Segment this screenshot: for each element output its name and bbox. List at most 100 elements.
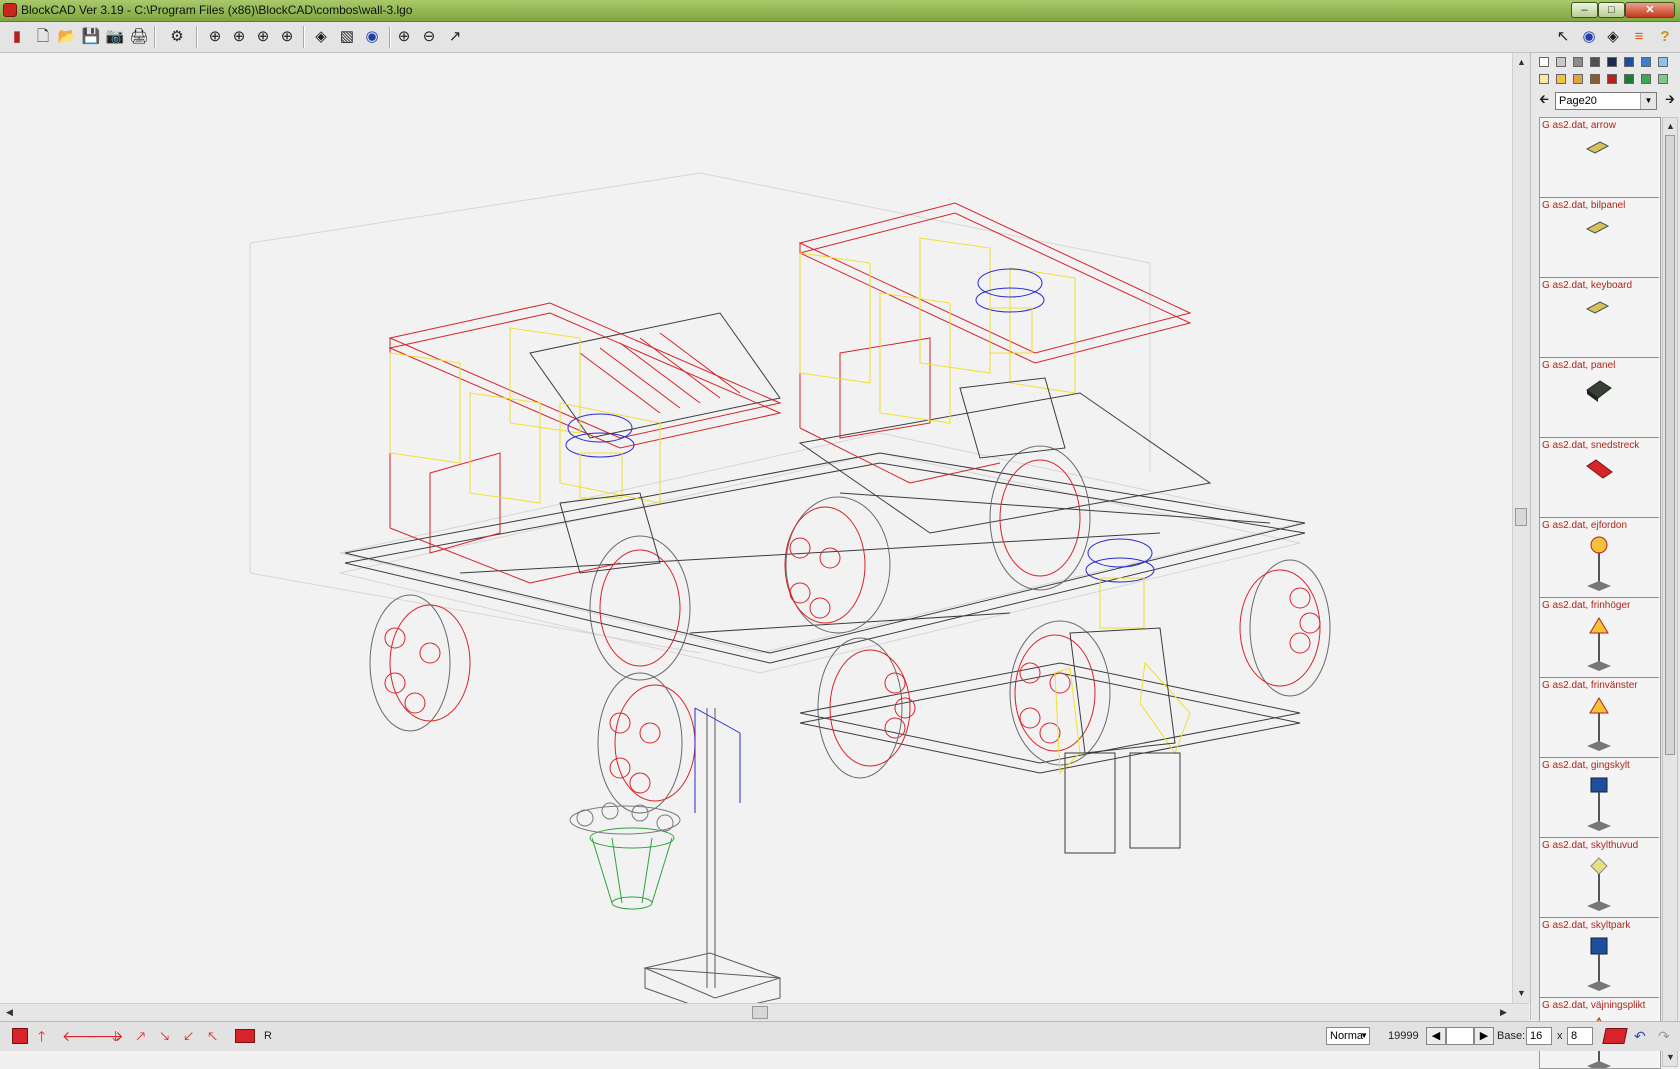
viewport-horizontal-scrollbar[interactable]: ◀ ▶ xyxy=(0,1003,1529,1021)
part-list-item[interactable]: G as2.dat, bilpanel xyxy=(1540,198,1659,278)
wireframe-view-icon[interactable]: ▧ xyxy=(336,26,358,48)
visibility-eye-icon[interactable]: ◉ xyxy=(1578,26,1600,48)
zoom-in-icon[interactable]: ⊕ xyxy=(393,26,415,48)
add-brick-icon[interactable] xyxy=(235,1029,255,1043)
part-list-item[interactable]: G as2.dat, gingskylt xyxy=(1540,758,1659,838)
part-list-item[interactable]: G as2.dat, snedstreck xyxy=(1540,438,1659,518)
rotate-down-icon[interactable]: ⊕ xyxy=(276,26,298,48)
scroll-down-arrow-icon[interactable]: ▼ xyxy=(1663,1050,1678,1065)
move-up-arrow-icon[interactable]: 🡑 xyxy=(38,1026,45,1046)
color-swatch[interactable] xyxy=(1641,57,1651,67)
next-page-arrow-icon[interactable]: 🡲 xyxy=(1659,88,1680,110)
part-list-item[interactable]: G as2.dat, skyltpark xyxy=(1540,918,1659,998)
scroll-down-arrow-icon[interactable]: ▼ xyxy=(1514,986,1529,1001)
count-next-button[interactable]: ▶ xyxy=(1474,1027,1494,1045)
color-swatch[interactable] xyxy=(1556,74,1566,84)
count-prev-button[interactable]: ◀ xyxy=(1426,1027,1446,1045)
chevron-down-icon[interactable]: ▼ xyxy=(1640,93,1656,109)
toolbar-separator xyxy=(154,26,156,48)
vertical-scroll-thumb[interactable] xyxy=(1515,508,1527,526)
fit-view-icon[interactable]: ↗ xyxy=(444,26,466,48)
chevron-down-icon: ▼ xyxy=(1360,1031,1368,1040)
color-swatch[interactable] xyxy=(1539,57,1549,67)
part-list-item[interactable]: G as2.dat, frinhöger xyxy=(1540,598,1659,678)
move-diag-ne-arrow-icon[interactable]: 🡕 xyxy=(136,1026,145,1046)
sign-triangle-icon xyxy=(1587,617,1611,671)
color-swatch[interactable] xyxy=(1641,74,1651,84)
main-toolbar: ▮ 🗋 📂 💾 📷 🖨 ⚙ ⊕ ⊕ ⊕ ⊕ ◈ ▧ ◉ ⊕ ⊖ ↗ xyxy=(0,22,1680,53)
part-list-item[interactable]: G as2.dat, ejfordon xyxy=(1540,518,1659,598)
camera-icon[interactable]: 📷 xyxy=(104,26,126,48)
move-diag-sw-arrow-icon[interactable]: 🡗 xyxy=(184,1026,193,1046)
scroll-right-arrow-icon[interactable]: ▶ xyxy=(1496,1005,1511,1020)
zoom-out-icon[interactable]: ⊖ xyxy=(418,26,440,48)
eye-view-icon[interactable]: ◉ xyxy=(361,26,383,48)
color-swatch[interactable] xyxy=(1624,74,1634,84)
wireframe-model xyxy=(249,172,1331,1003)
part-label: G as2.dat, panel xyxy=(1542,360,1616,371)
part-label: G as2.dat, frinvänster xyxy=(1542,680,1638,691)
part-list-item[interactable]: G as2.dat, keyboard xyxy=(1540,278,1659,358)
parts-scroll-thumb[interactable] xyxy=(1665,135,1675,755)
color-swatch[interactable] xyxy=(1573,57,1583,67)
brick-color-icon[interactable] xyxy=(12,1028,28,1044)
part-list-item[interactable]: G as2.dat, frinvänster xyxy=(1540,678,1659,758)
help-icon[interactable]: ? xyxy=(1654,26,1676,48)
undo-icon[interactable]: ↶ xyxy=(1634,1026,1646,1046)
color-swatch[interactable] xyxy=(1607,74,1617,84)
parts-list-scrollbar[interactable]: ▲ ▼ xyxy=(1662,117,1678,1067)
3d-viewport[interactable] xyxy=(0,53,1512,1003)
brick-icon[interactable]: ▮ xyxy=(6,26,28,48)
color-palette-icon[interactable]: ≡ xyxy=(1628,26,1650,48)
new-file-icon[interactable]: 🗋 xyxy=(32,26,54,48)
color-swatch[interactable] xyxy=(1590,74,1600,84)
brick-view-icon[interactable]: ◈ xyxy=(1602,26,1624,48)
move-diag-se-arrow-icon[interactable]: 🡖 xyxy=(160,1026,169,1046)
close-button[interactable]: ✕ xyxy=(1625,2,1675,18)
color-swatch[interactable] xyxy=(1539,74,1549,84)
scroll-up-arrow-icon[interactable]: ▲ xyxy=(1514,55,1529,70)
solid-view-icon[interactable]: ◈ xyxy=(310,26,332,48)
rotate-up-icon[interactable]: ⊕ xyxy=(252,26,274,48)
color-swatch[interactable] xyxy=(1573,74,1583,84)
color-swatch[interactable] xyxy=(1590,57,1600,67)
part-label: G as2.dat, frinhöger xyxy=(1542,600,1631,611)
color-swatch[interactable] xyxy=(1658,57,1668,67)
toolbar-separator xyxy=(389,26,391,48)
sign-parking-icon xyxy=(1587,937,1611,991)
part-list-item[interactable]: G as2.dat, skylthuvud xyxy=(1540,838,1659,918)
horizontal-scroll-thumb[interactable] xyxy=(752,1006,768,1019)
count-field[interactable] xyxy=(1446,1027,1474,1045)
color-swatch[interactable] xyxy=(1607,57,1617,67)
base-width-input[interactable]: 16 xyxy=(1526,1027,1552,1045)
app-logo-icon[interactable] xyxy=(3,3,17,17)
select-arrow-icon[interactable]: ↖ xyxy=(1552,26,1574,48)
move-diag-nw-arrow-icon[interactable]: 🡔 xyxy=(208,1026,217,1046)
render-mode-select[interactable]: Norma ▼ xyxy=(1326,1027,1370,1045)
save-disk-icon[interactable]: 💾 xyxy=(80,26,102,48)
viewport-vertical-scrollbar[interactable]: ▲ ▼ xyxy=(1512,53,1530,1003)
print-icon[interactable]: 🖨 xyxy=(128,26,150,48)
page-selector[interactable]: Page20 ▼ xyxy=(1555,92,1657,110)
part-label: G as2.dat, skylthuvud xyxy=(1542,840,1639,851)
redo-icon[interactable]: ↷ xyxy=(1658,1026,1670,1046)
color-swatch[interactable] xyxy=(1658,74,1668,84)
color-swatch[interactable] xyxy=(1556,57,1566,67)
prev-page-arrow-icon[interactable]: 🡰 xyxy=(1533,88,1555,110)
part-list-item[interactable]: G as2.dat, panel xyxy=(1540,358,1659,438)
rotate-label[interactable]: R xyxy=(264,1026,272,1046)
rotate-left-icon[interactable]: ⊕ xyxy=(204,26,226,48)
settings-gear-icon[interactable]: ⚙ xyxy=(166,26,188,48)
baseplate-icon[interactable] xyxy=(1602,1028,1628,1044)
maximize-button[interactable]: □ xyxy=(1598,2,1625,18)
part-list-item[interactable]: G as2.dat, arrow xyxy=(1540,118,1659,198)
minimize-button[interactable]: – xyxy=(1571,2,1598,18)
sign-triangle-icon xyxy=(1587,697,1611,751)
scroll-up-arrow-icon[interactable]: ▲ xyxy=(1663,119,1678,134)
open-folder-icon[interactable]: 📂 xyxy=(56,26,78,48)
base-depth-input[interactable]: 8 xyxy=(1567,1027,1593,1045)
scroll-left-arrow-icon[interactable]: ◀ xyxy=(2,1005,17,1020)
move-down-arrow-icon[interactable]: 🡓 xyxy=(112,1026,119,1046)
color-swatch[interactable] xyxy=(1624,57,1634,67)
rotate-right-icon[interactable]: ⊕ xyxy=(228,26,250,48)
